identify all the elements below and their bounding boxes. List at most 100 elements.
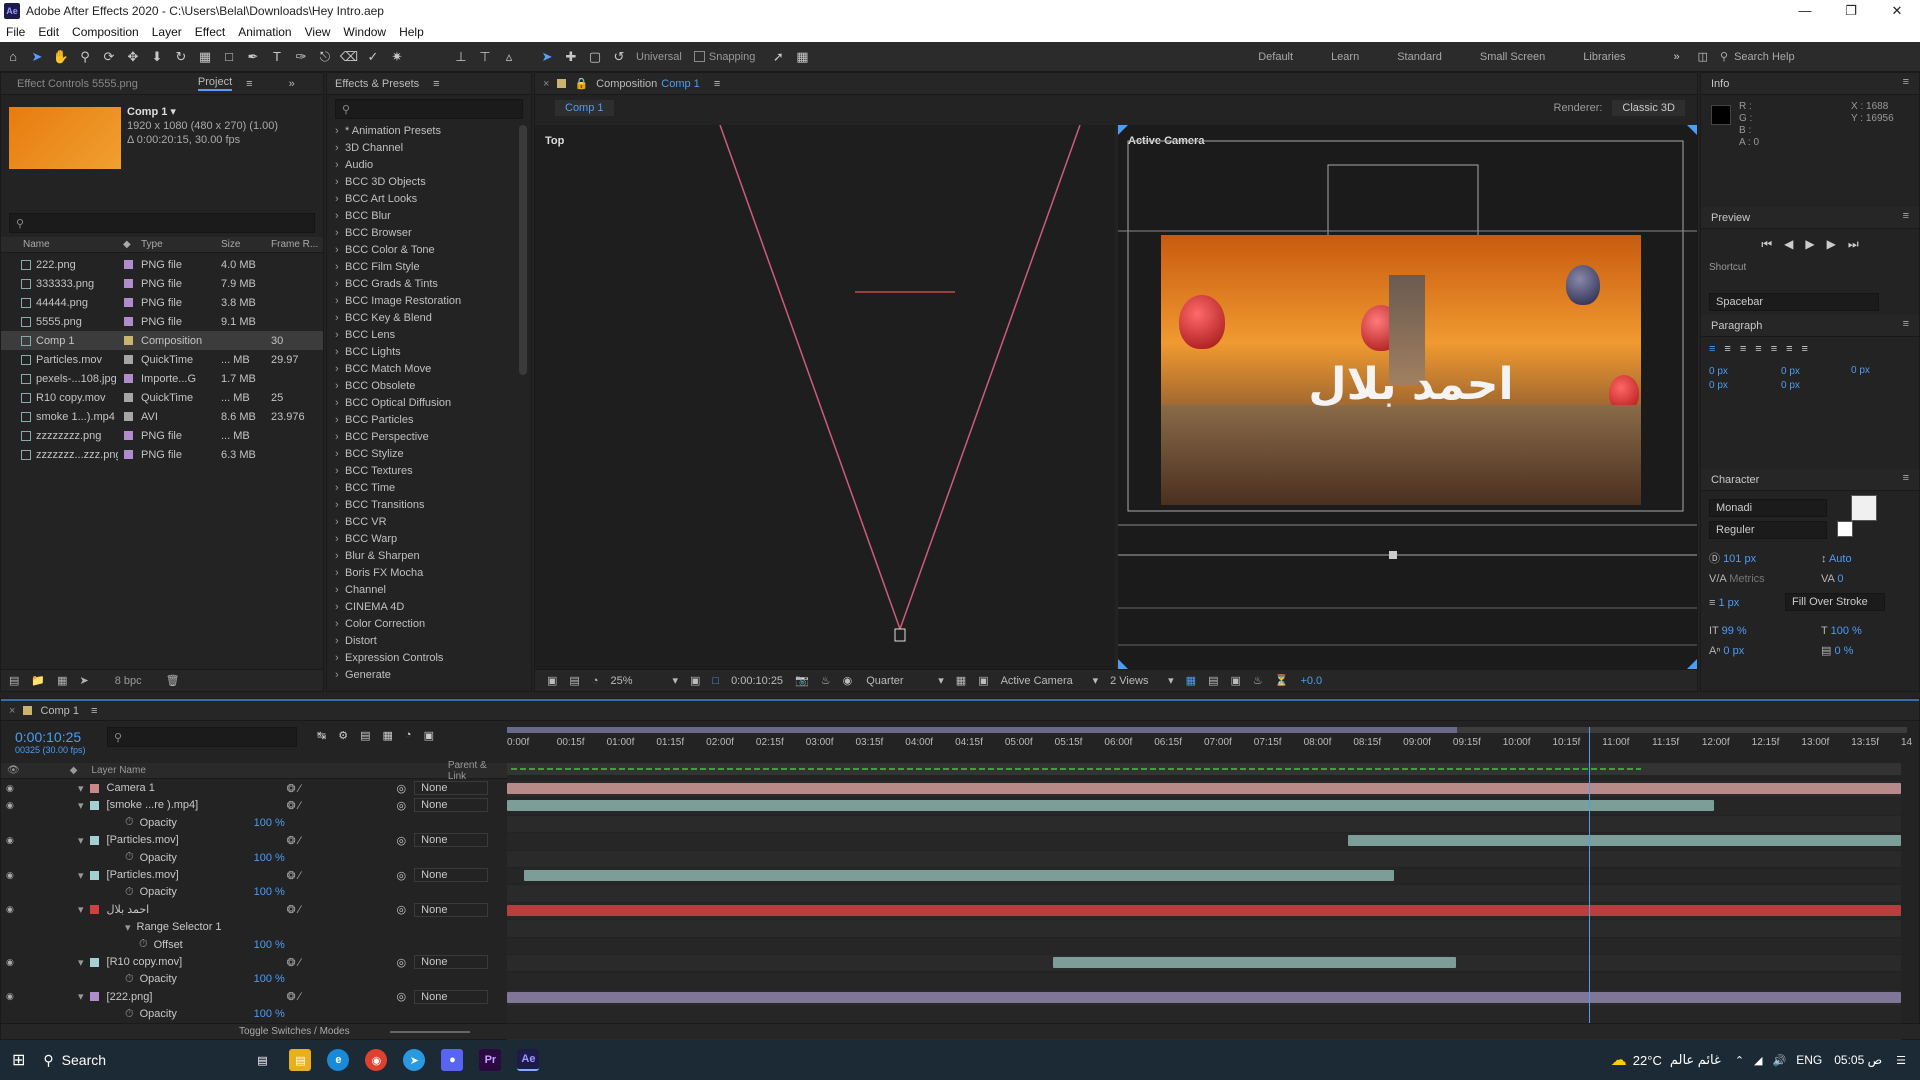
effect-category[interactable]: Boris FX Mocha: [327, 565, 517, 582]
menu-view[interactable]: View: [305, 25, 331, 39]
menu-effect[interactable]: Effect: [195, 25, 225, 39]
weather-text[interactable]: غائم عالم: [1670, 1052, 1721, 1068]
property-row[interactable]: ▾ Range Selector 1: [1, 920, 507, 934]
workspace-overflow-icon[interactable]: »: [1673, 51, 1679, 63]
taskbar-search[interactable]: ⚲ Search: [43, 1052, 243, 1069]
menu-layer[interactable]: Layer: [152, 25, 182, 39]
parent-pickwhip-icon[interactable]: ◎: [397, 799, 407, 812]
expand-arrow-icon[interactable]: ▾: [78, 903, 84, 916]
align-right-icon[interactable]: ≡: [1740, 343, 1746, 355]
composition-tab-comp[interactable]: Comp 1: [661, 78, 700, 90]
effect-category[interactable]: 3D Channel: [327, 140, 517, 157]
property-row[interactable]: ⏱ Opacity 100 %: [1, 1007, 507, 1021]
visibility-eye-icon[interactable]: ◉: [6, 991, 18, 1002]
type-tool-icon[interactable]: T: [266, 46, 288, 68]
project-tab[interactable]: Project: [197, 76, 233, 91]
menu-edit[interactable]: Edit: [38, 25, 59, 39]
interpret-footage-icon[interactable]: ▤: [9, 674, 19, 687]
chevron-down-icon[interactable]: ▾: [672, 674, 678, 687]
layer-label-color[interactable]: [89, 992, 99, 1002]
parent-dropdown[interactable]: None: [414, 798, 489, 813]
visibility-eye-icon[interactable]: ◉: [6, 800, 18, 811]
new-folder-icon[interactable]: 📁: [31, 674, 45, 687]
property-value[interactable]: 100 %: [254, 852, 285, 864]
effect-category[interactable]: BCC Art Looks: [327, 191, 517, 208]
clock[interactable]: 05:05 ص: [1834, 1053, 1882, 1067]
time-ruler[interactable]: 0:00f 00:15f 01:00f 01:15f 02:00f 02:15f 03:00…: [507, 737, 1912, 755]
layer-duration-bar[interactable]: [523, 870, 1394, 881]
effect-category[interactable]: Audio: [327, 157, 517, 174]
next-frame-icon[interactable]: ▶: [1827, 237, 1836, 252]
parent-pickwhip-icon[interactable]: ◎: [397, 869, 407, 882]
effect-category[interactable]: Channel: [327, 582, 517, 599]
effect-category[interactable]: BCC 3D Objects: [327, 174, 517, 191]
vertical-scale-value[interactable]: 99 %: [1722, 625, 1747, 637]
camera-view-dropdown[interactable]: Active Camera: [1001, 675, 1081, 687]
property-value[interactable]: 100 %: [254, 886, 285, 898]
layer-label-color[interactable]: [89, 905, 99, 915]
parent-pickwhip-icon[interactable]: ◎: [397, 834, 407, 847]
visibility-eye-icon[interactable]: ◉: [6, 835, 18, 846]
space-before-value[interactable]: 0 px: [1781, 365, 1800, 379]
workspace-libraries[interactable]: Libraries: [1583, 51, 1625, 63]
comp-1-viewer-tab[interactable]: Comp 1: [555, 100, 614, 116]
parent-dropdown[interactable]: None: [414, 955, 489, 969]
search-help-field[interactable]: ⚲ Search Help: [1720, 47, 1920, 67]
3d-view-icon[interactable]: ▣: [978, 674, 988, 687]
expand-arrow-icon[interactable]: ▾: [78, 956, 84, 969]
visibility-eye-icon[interactable]: ◉: [6, 904, 18, 915]
effect-category[interactable]: * Animation Presets: [327, 123, 517, 140]
label-color[interactable]: [124, 260, 133, 269]
visibility-eye-icon[interactable]: ◉: [6, 870, 18, 881]
layer-duration-bar[interactable]: [507, 800, 1715, 812]
col-parent[interactable]: Parent & Link: [448, 760, 507, 782]
effect-category[interactable]: BCC Lights: [327, 344, 517, 361]
resolution-dropdown[interactable]: Quarter: [866, 675, 926, 687]
effect-category[interactable]: BCC VR: [327, 514, 517, 531]
parent-dropdown[interactable]: None: [414, 868, 489, 882]
label-color[interactable]: [124, 393, 133, 402]
paragraph-menu-icon[interactable]: ≡: [1903, 318, 1909, 330]
layer-duration-bar[interactable]: [1053, 957, 1457, 968]
align-center-icon[interactable]: ≡: [1724, 343, 1730, 355]
effect-category[interactable]: BCC Perspective: [327, 429, 517, 446]
paragraph-title[interactable]: Paragraph: [1711, 320, 1762, 332]
effect-category[interactable]: BCC Image Restoration: [327, 293, 517, 310]
rectangle-tool-icon[interactable]: □: [218, 46, 240, 68]
time-graph[interactable]: 0:00f 00:15f 01:00f 01:15f 02:00f 02:15f 03:00…: [507, 727, 1912, 1041]
transparency-grid-icon[interactable]: ▦: [956, 674, 966, 687]
playhead[interactable]: [1588, 727, 1590, 1025]
layer-row[interactable]: ◉ ▾ احمد بلال ❂ ∕ ◎ None: [1, 902, 507, 917]
effects-search-input[interactable]: ⚲: [335, 99, 523, 119]
home-icon[interactable]: ⌂: [2, 46, 24, 68]
layer-switches[interactable]: ❂ ∕: [287, 869, 397, 882]
expand-arrow-icon[interactable]: ▾: [78, 799, 84, 812]
color-channel-icon[interactable]: ◉: [843, 674, 853, 687]
chrome-icon[interactable]: ◉: [365, 1049, 388, 1071]
telegram-icon[interactable]: ➤: [403, 1049, 426, 1071]
effect-category[interactable]: BCC Textures: [327, 463, 517, 480]
play-icon[interactable]: ▶: [1805, 237, 1814, 252]
local-axis-icon[interactable]: ⊥: [450, 46, 472, 68]
fill-color-swatch[interactable]: [1851, 495, 1877, 521]
label-color[interactable]: [124, 317, 133, 326]
property-value[interactable]: 100 %: [254, 817, 285, 829]
effect-category[interactable]: BCC Warp: [327, 531, 517, 548]
world-axis-icon[interactable]: ⊤: [474, 46, 496, 68]
orbit-camera-icon[interactable]: ⟳: [98, 46, 120, 68]
task-view-icon[interactable]: ▤: [251, 1049, 273, 1071]
chevron-down-icon[interactable]: ▾: [1093, 674, 1099, 687]
exposure-value[interactable]: +0.0: [1300, 675, 1322, 687]
dolly-camera-icon[interactable]: ⬇: [146, 46, 168, 68]
layer-switches[interactable]: ❂ ∕: [287, 990, 397, 1003]
file-explorer-icon[interactable]: ▤: [289, 1049, 312, 1071]
label-color[interactable]: [124, 355, 133, 364]
layer-name[interactable]: احمد بلال: [107, 903, 287, 916]
tracking-value[interactable]: 0: [1837, 573, 1843, 585]
effect-category[interactable]: BCC Time: [327, 480, 517, 497]
workspace-learn[interactable]: Learn: [1331, 51, 1359, 63]
label-color[interactable]: [124, 298, 133, 307]
stopwatch-icon[interactable]: ⏱: [125, 973, 134, 986]
flowchart-icon[interactable]: ▤: [1208, 674, 1218, 687]
new-comp-icon[interactable]: ▦: [57, 674, 67, 687]
